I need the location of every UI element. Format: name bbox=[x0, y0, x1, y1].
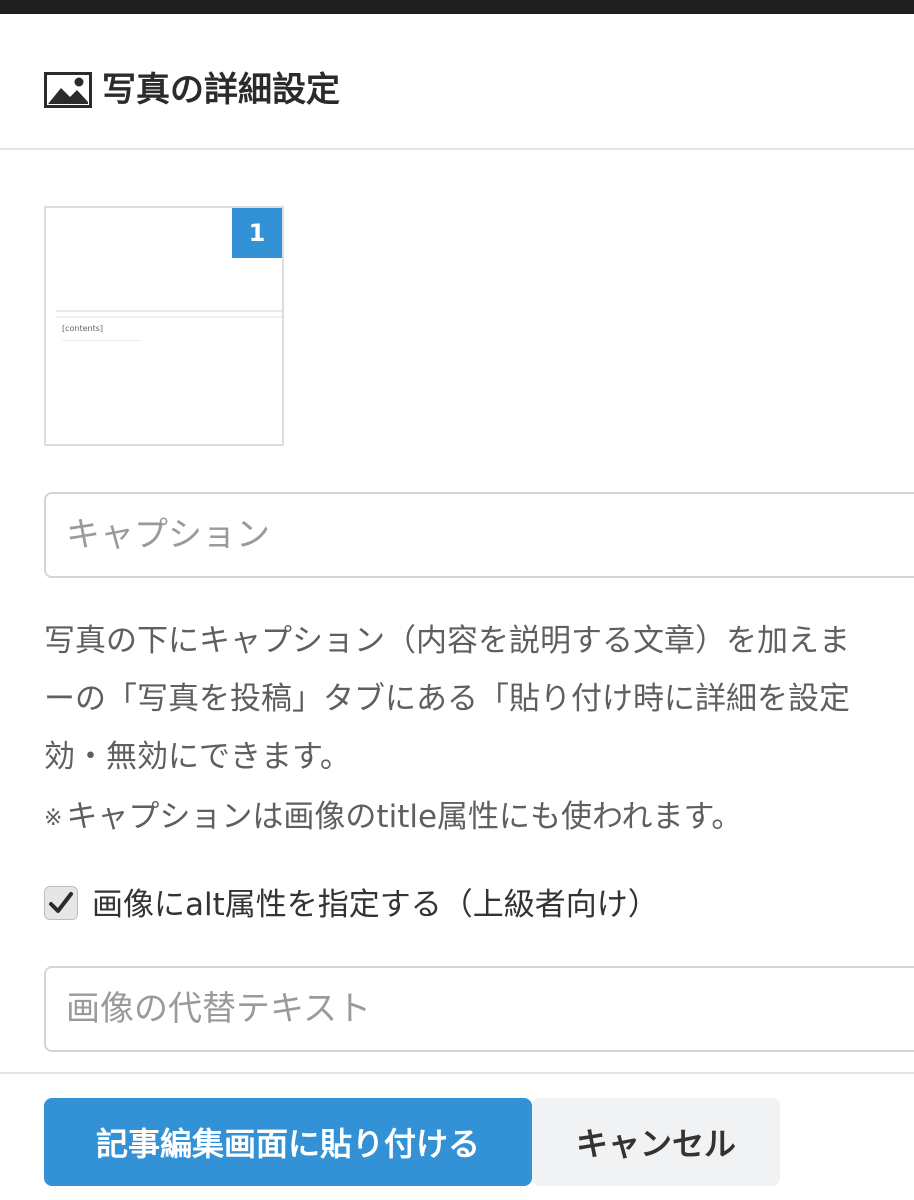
note-text: キャプションは画像のtitle属性にも使われます。 bbox=[66, 799, 743, 835]
thumbnail-divider bbox=[56, 316, 282, 318]
window-top-bar bbox=[0, 0, 914, 14]
caption-note: ※ キャプションは画像のtitle属性にも使われます。 bbox=[44, 792, 742, 844]
paste-to-editor-button[interactable]: 記事編集画面に貼り付ける bbox=[44, 1098, 532, 1186]
photo-number-badge: 1 bbox=[232, 208, 282, 258]
dialog-header: 写真の詳細設定 bbox=[0, 14, 914, 150]
caption-input[interactable] bbox=[44, 492, 914, 578]
footer-divider bbox=[0, 1072, 914, 1074]
alt-checkbox-label[interactable]: 画像にalt属性を指定する（上級者向け） bbox=[92, 880, 659, 930]
description-line: 写真の下にキャプション（内容を説明する文章）を加えま bbox=[44, 623, 850, 659]
description-line: 効・無効にできます。 bbox=[44, 739, 351, 775]
cancel-button[interactable]: キャンセル bbox=[532, 1098, 780, 1186]
description-line: ーの「写真を投稿」タブにある「貼り付け時に詳細を設定 bbox=[44, 681, 850, 717]
alt-text-input[interactable] bbox=[44, 966, 914, 1052]
checkmark-icon bbox=[49, 892, 73, 913]
alt-checkbox[interactable] bbox=[44, 886, 78, 920]
thumbnail-preview-text: [contents] bbox=[62, 324, 104, 333]
image-icon bbox=[44, 72, 92, 108]
note-mark: ※ bbox=[44, 805, 63, 831]
thumbnail-divider bbox=[56, 310, 282, 312]
photo-thumbnail[interactable]: [contents] 1 bbox=[44, 206, 284, 446]
thumbnail-rule bbox=[62, 340, 142, 341]
caption-description: 写真の下にキャプション（内容を説明する文章）を加えま ーの「写真を投稿」タブにあ… bbox=[44, 612, 914, 786]
dialog-title: 写真の詳細設定 bbox=[102, 70, 340, 110]
